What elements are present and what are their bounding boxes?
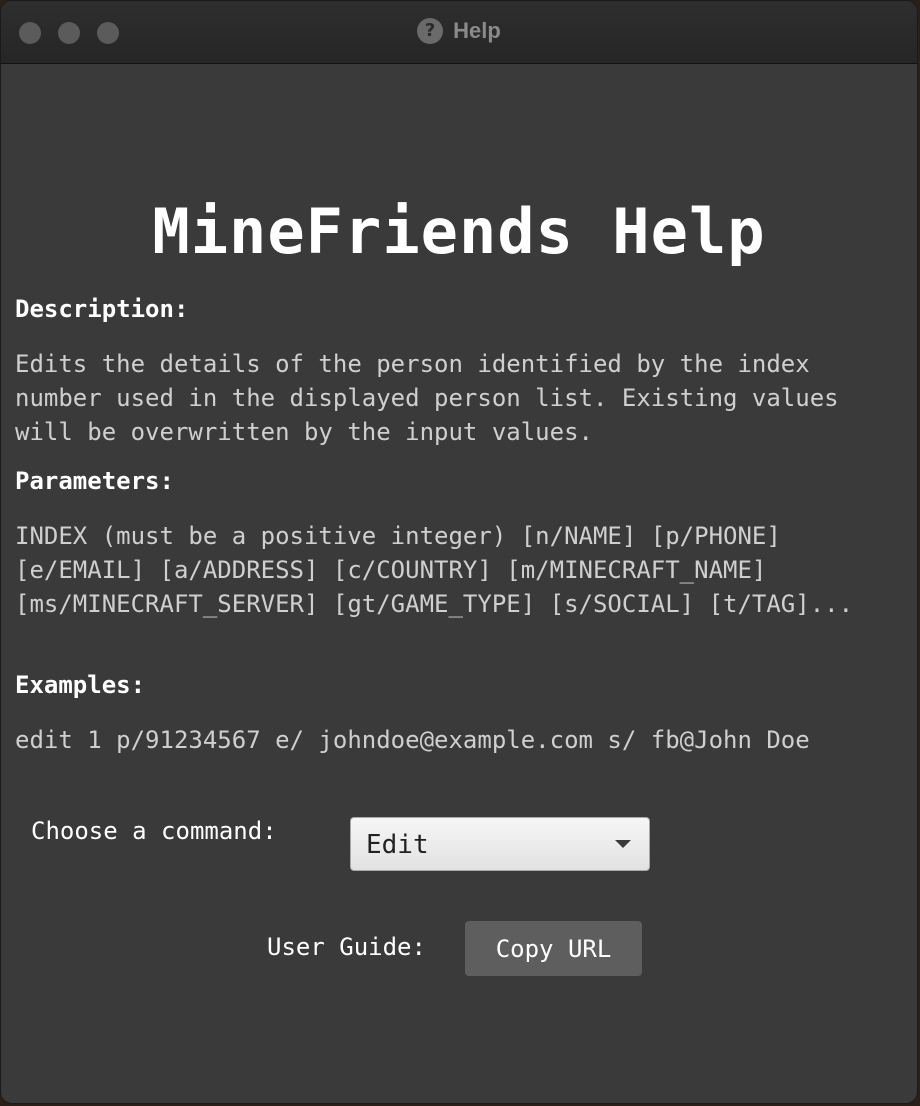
- user-guide-label: User Guide:: [267, 933, 426, 961]
- description-label: Description:: [15, 295, 189, 323]
- command-select[interactable]: Edit: [350, 817, 650, 871]
- title-bar[interactable]: ? Help: [1, 1, 917, 64]
- window-title: Help: [453, 18, 501, 43]
- help-icon: ?: [417, 18, 444, 44]
- help-content: MineFriends Help Description: Edits the …: [1, 63, 917, 1103]
- parameters-label: Parameters:: [15, 467, 174, 495]
- command-select-value: Edit: [366, 830, 429, 860]
- help-window: ? Help MineFriends Help Description: Edi…: [0, 0, 918, 1104]
- copy-url-button[interactable]: Copy URL: [465, 921, 642, 976]
- chevron-down-icon: [615, 840, 631, 848]
- examples-text: edit 1 p/91234567 e/ johndoe@example.com…: [15, 726, 810, 754]
- choose-command-label: Choose a command:: [31, 817, 277, 845]
- parameters-text: INDEX (must be a positive integer) [n/NA…: [15, 522, 854, 618]
- description-text: Edits the details of the person identifi…: [15, 350, 854, 446]
- window-title-group: ? Help: [1, 18, 917, 44]
- page-title: MineFriends Help: [152, 195, 766, 268]
- examples-label: Examples:: [15, 671, 146, 699]
